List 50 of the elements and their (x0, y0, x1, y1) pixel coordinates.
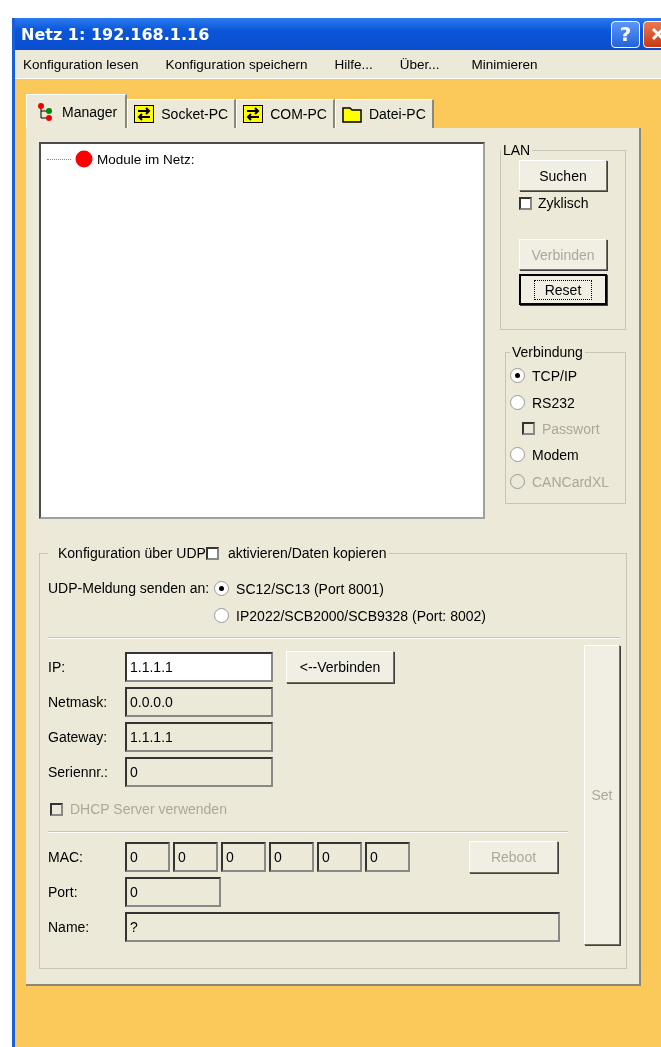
menu-item[interactable]: Konfiguration lesen (23, 56, 139, 72)
connect-button[interactable]: <--Verbinden (286, 650, 394, 683)
checkbox[interactable] (205, 546, 219, 560)
help-button[interactable]: ? (611, 20, 640, 48)
field-label: Port: (48, 883, 79, 900)
radio-label: IP2022/SCB2000/SCB9328 (Port: 8002) (236, 607, 486, 624)
tab[interactable]: COM-PC (236, 99, 335, 128)
radio-label: Modem (532, 446, 579, 463)
field-label: Gateway: (48, 728, 109, 745)
tree-line (47, 158, 71, 160)
menu-item[interactable]: Konfiguration speichern (165, 56, 308, 72)
checkbox-label: aktivieren/Daten kopieren (227, 545, 387, 561)
transfer-icon (134, 105, 155, 123)
menu-item[interactable]: Hilfe... (334, 56, 373, 72)
input-field[interactable]: 1.1.1.1 (125, 651, 273, 682)
group-title: LAN (502, 142, 532, 158)
field-label: Seriennr.: (48, 763, 109, 780)
radio-button[interactable] (214, 608, 230, 623)
radio-button[interactable] (214, 581, 230, 596)
menu-item[interactable]: Über... (399, 56, 440, 72)
menu-item[interactable]: Minimieren (471, 56, 538, 72)
radio-button[interactable] (510, 368, 525, 383)
search-button[interactable]: Suchen (519, 160, 607, 191)
radio-label: RS232 (532, 394, 575, 411)
tab[interactable]: Socket-PC (127, 99, 237, 128)
module-icon (75, 150, 93, 168)
field-label: Netmask: (48, 693, 109, 710)
radio-button[interactable] (510, 395, 525, 410)
radio-button[interactable] (510, 447, 525, 462)
checkbox-label: DHCP Server verwenden (70, 801, 227, 817)
radio-label: SC12/SC13 (Port 8001) (236, 580, 384, 597)
field-label: MAC: (48, 848, 84, 865)
checkbox-label: Zyklisch (538, 195, 589, 211)
radio-label: CANCardXL (532, 473, 610, 490)
tree-icon (37, 101, 55, 122)
window-title: Netz 1: 192.168.1.16 (21, 24, 211, 44)
group-title: Verbindung (511, 344, 584, 360)
checkbox-label: Passwort (542, 420, 600, 437)
tree-item[interactable]: Module im Netz: (97, 151, 195, 167)
folder-icon (341, 105, 362, 123)
tab[interactable]: Datei-PC (334, 99, 434, 128)
checkbox[interactable] (519, 196, 532, 210)
send-label: UDP-Meldung senden an: (48, 579, 210, 598)
field-label: Name: (48, 918, 91, 935)
field-label: IP: (48, 658, 67, 675)
reset-button[interactable]: Reset (519, 274, 607, 305)
radio-label: TCP/IP (532, 367, 578, 384)
transfer-icon (243, 105, 264, 123)
group-title: Konfiguration über UDP (58, 545, 206, 561)
tab[interactable]: Manager (26, 94, 128, 128)
